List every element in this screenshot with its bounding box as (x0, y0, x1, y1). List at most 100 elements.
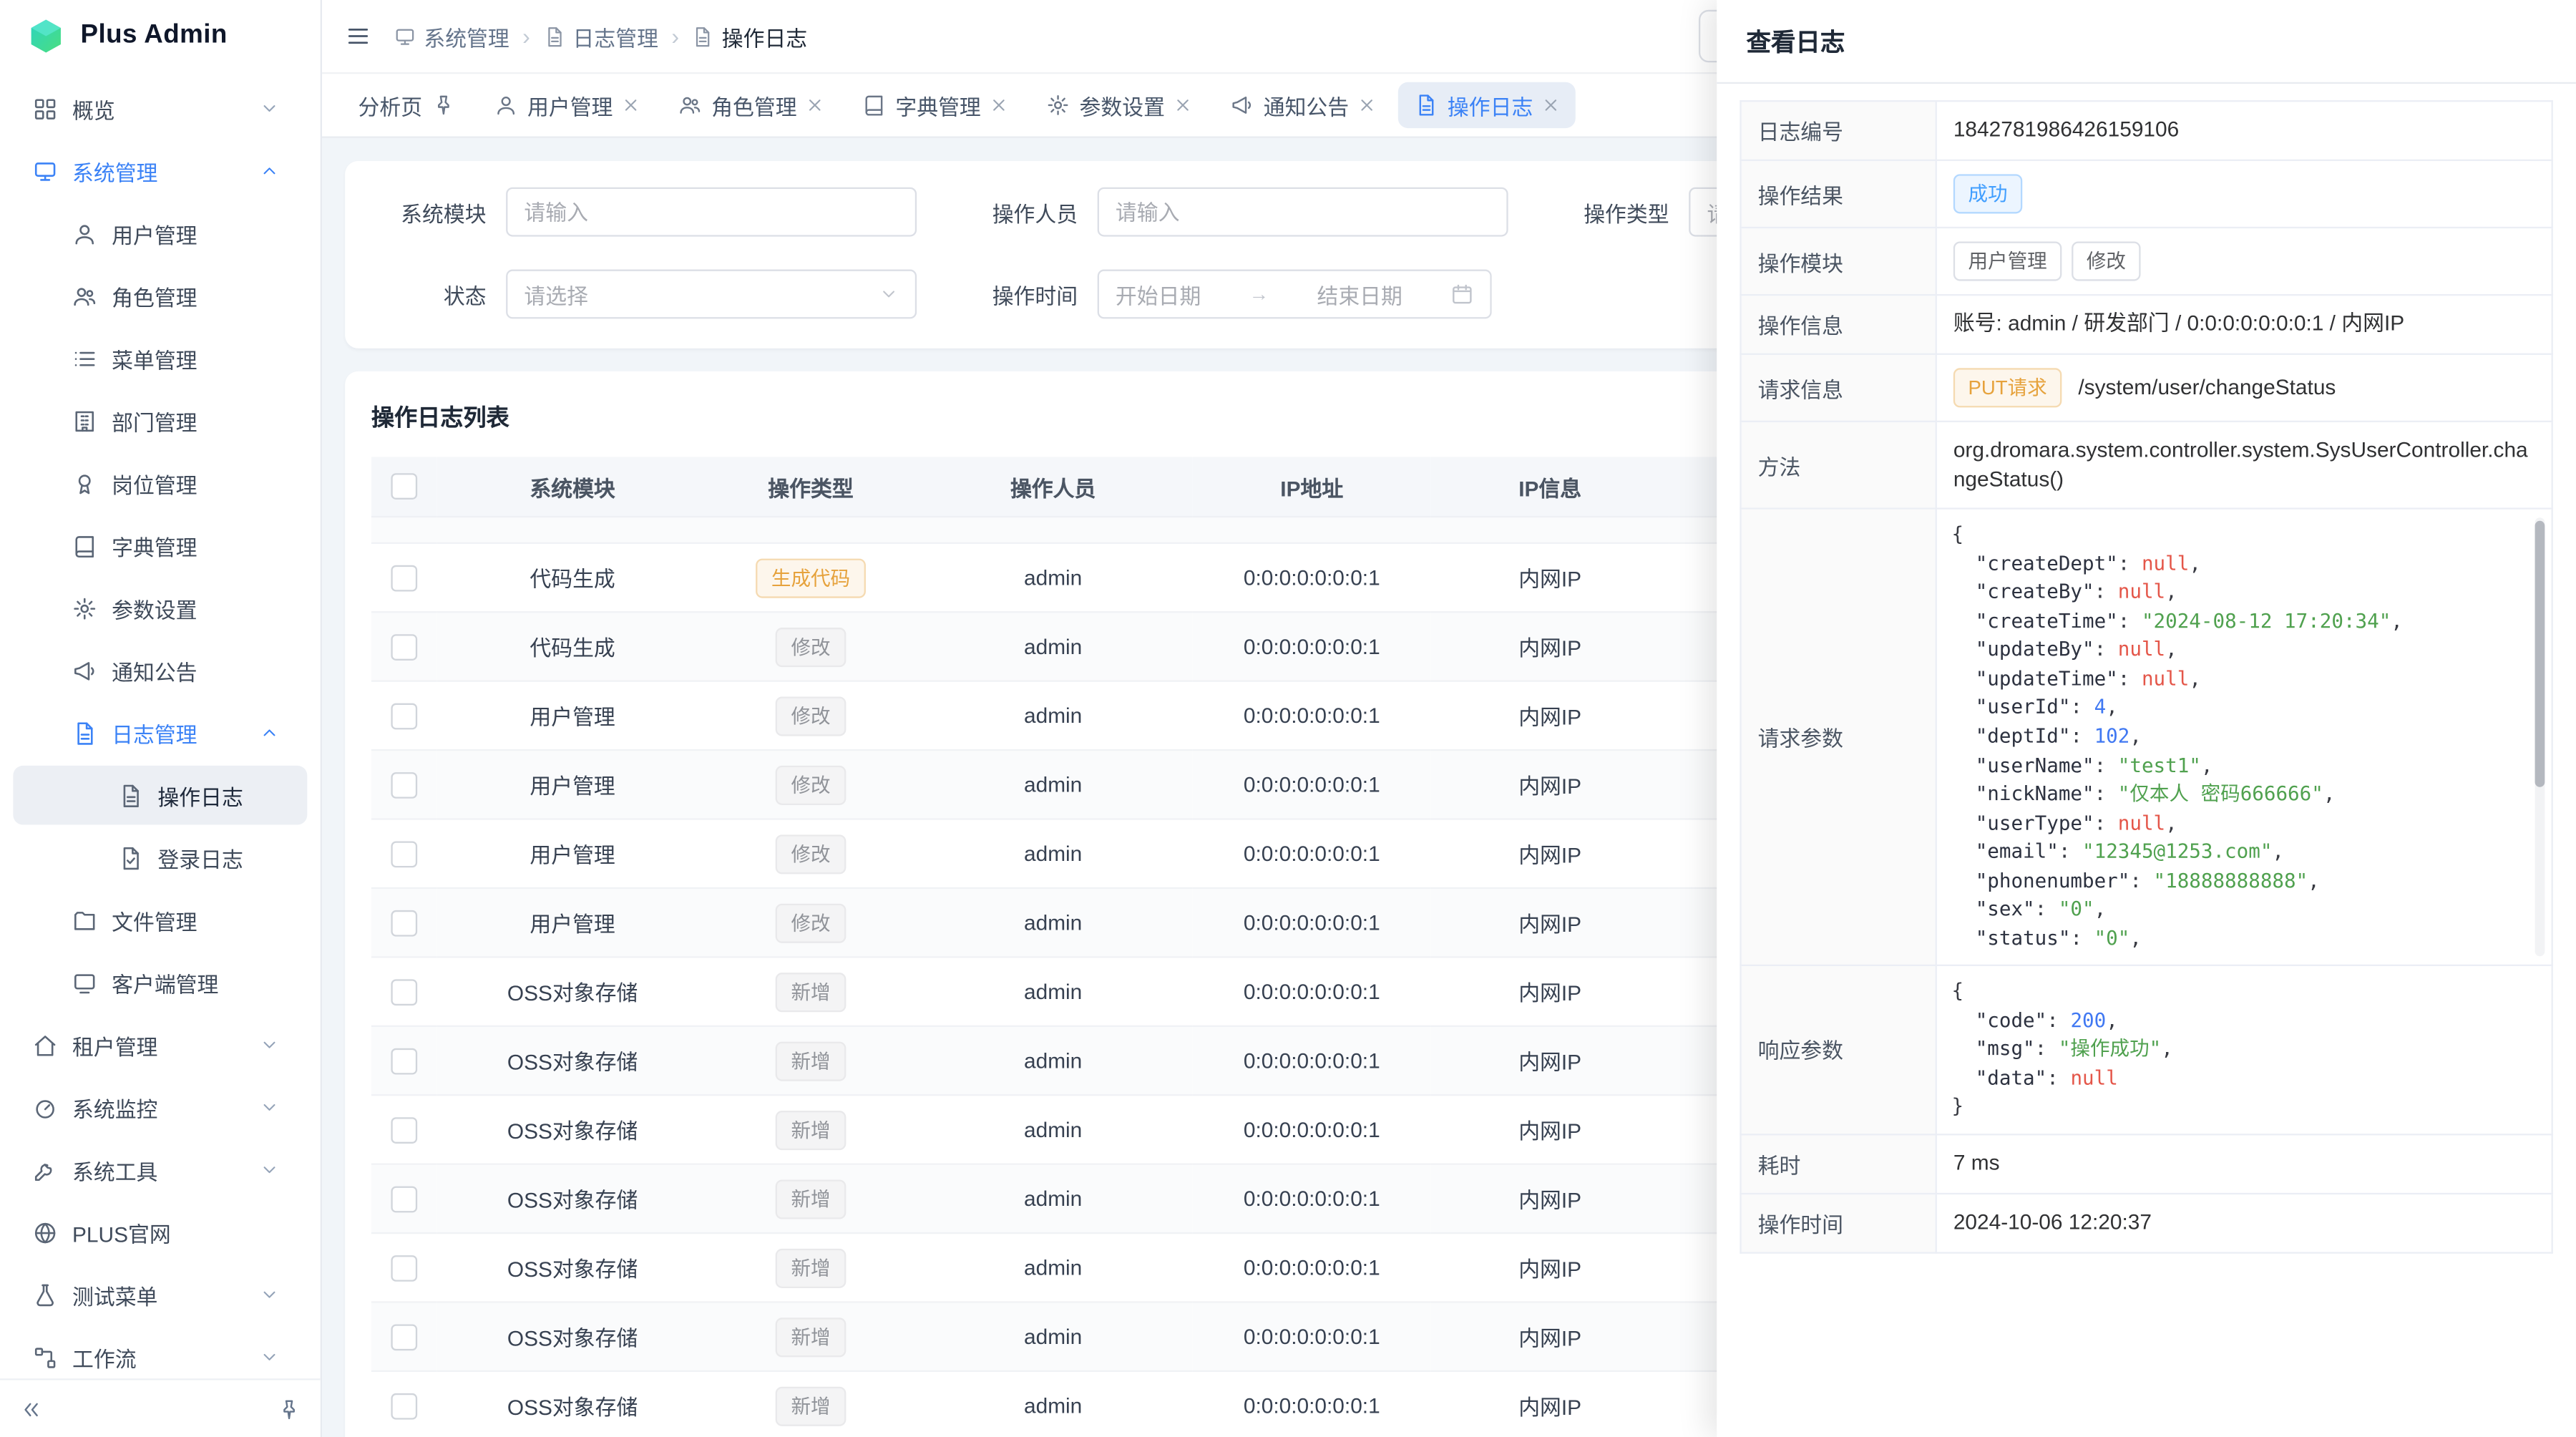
sidebar-item-plus-website[interactable]: PLUS官网 (13, 1203, 307, 1262)
scrollbar-thumb[interactable] (2535, 522, 2545, 788)
operation-type-badge: 新增 (776, 1110, 845, 1149)
flow-icon (33, 1345, 57, 1369)
sidebar-item-label: 测试菜单 (72, 1279, 157, 1310)
close-tab-icon[interactable] (1359, 97, 1375, 113)
drawer-header: 查看日志 (1717, 0, 2576, 84)
cell-operator: admin (914, 612, 1193, 681)
date-end-placeholder: 结束日期 (1317, 278, 1402, 310)
list-icon (72, 346, 97, 370)
sidebar-item-label: 角色管理 (112, 280, 197, 311)
close-icon[interactable] (2524, 29, 2547, 52)
cell-ip: 0:0:0:0:0:0:0:1 (1193, 750, 1431, 819)
row-checkbox[interactable] (391, 910, 417, 936)
close-tab-icon[interactable] (806, 97, 823, 113)
row-checkbox[interactable] (391, 565, 417, 591)
status-select[interactable]: 请选择 (506, 270, 917, 319)
sidebar-item-dept-management[interactable]: 部门管理 (13, 391, 307, 450)
sidebar-item-label: 租户管理 (72, 1029, 157, 1061)
tab-notice[interactable]: 通知公告 (1214, 82, 1392, 128)
tab-operation-log[interactable]: 操作日志 (1398, 82, 1576, 128)
app-logo[interactable]: Plus Admin (0, 0, 321, 72)
collapse-sidebar-icon[interactable] (20, 1398, 43, 1421)
row-checkbox[interactable] (391, 1117, 417, 1144)
system-module-input[interactable] (506, 187, 917, 237)
calendar-icon (1450, 283, 1473, 306)
tab-role-management[interactable]: 角色管理 (662, 82, 839, 128)
row-checkbox[interactable] (391, 1255, 417, 1282)
row-checkbox[interactable] (391, 772, 417, 799)
row-checkbox[interactable] (391, 1393, 417, 1419)
sidebar-item-post-management[interactable]: 岗位管理 (13, 454, 307, 513)
cell-ip-info: 内网IP (1431, 888, 1669, 957)
operation-type-badge: 修改 (776, 903, 845, 942)
hamburger-menu-icon[interactable] (345, 23, 371, 49)
tab-param-settings[interactable]: 参数设置 (1030, 82, 1208, 128)
scrollbar[interactable] (2535, 518, 2545, 956)
sidebar-item-label: 文件管理 (112, 905, 197, 936)
row-checkbox[interactable] (391, 634, 417, 661)
breadcrumb-item[interactable]: 日志管理 (543, 21, 658, 52)
row-checkbox[interactable] (391, 1324, 417, 1350)
cell-module: OSS对象存储 (437, 1164, 708, 1233)
folder-icon (72, 907, 97, 932)
filter-status: 状态 请选择 (371, 270, 917, 319)
duration-value: 7 ms (1936, 1134, 2552, 1194)
close-tab-icon[interactable] (1543, 97, 1559, 113)
sidebar-item-log-management[interactable]: 日志管理 (13, 703, 307, 763)
sidebar-item-client-management[interactable]: 客户端管理 (13, 953, 307, 1013)
select-all-checkbox[interactable] (391, 474, 417, 500)
doc-icon (1415, 94, 1438, 117)
sidebar-item-test-menu[interactable]: 测试菜单 (13, 1265, 307, 1325)
sidebar-item-user-management[interactable]: 用户管理 (13, 204, 307, 263)
megaphone-icon (72, 658, 97, 683)
sidebar-item-overview[interactable]: 概览 (13, 79, 307, 138)
close-tab-icon[interactable] (1175, 97, 1191, 113)
pin-sidebar-icon[interactable] (278, 1398, 301, 1421)
badge-icon (72, 471, 97, 495)
close-tab-icon[interactable] (623, 97, 639, 113)
cell-ip-info: 内网IP (1431, 1233, 1669, 1302)
sidebar-item-file-management[interactable]: 文件管理 (13, 890, 307, 950)
sidebar-item-workflow[interactable]: 工作流 (13, 1328, 307, 1382)
tab-dict-management[interactable]: 字典管理 (846, 82, 1023, 128)
operation-type-badge: 修改 (776, 627, 845, 666)
sidebar-item-role-management[interactable]: 角色管理 (13, 266, 307, 326)
globe-icon (33, 1220, 57, 1244)
breadcrumb-item[interactable]: 系统管理 (394, 21, 509, 52)
row-checkbox[interactable] (391, 979, 417, 1005)
sidebar-item-login-log[interactable]: 登录日志 (13, 828, 307, 887)
sidebar-item-menu-management[interactable]: 菜单管理 (13, 328, 307, 388)
sidebar-item-operation-log[interactable]: 操作日志 (13, 766, 307, 825)
sidebar-item-system-management[interactable]: 系统管理 (13, 141, 307, 200)
drawer-title: 查看日志 (1747, 24, 1845, 58)
cell-module: 用户管理 (437, 750, 708, 819)
cell-operator: admin (914, 957, 1193, 1026)
sidebar-item-label: 菜单管理 (112, 343, 197, 374)
breadcrumb-item[interactable]: 操作日志 (692, 21, 807, 52)
filter-label: 操作时间 (962, 278, 1078, 310)
cell-operator: admin (914, 1095, 1193, 1164)
login-log-icon (118, 845, 142, 869)
operator-input[interactable] (1098, 187, 1508, 237)
sidebar-item-label: 岗位管理 (112, 467, 197, 499)
close-tab-icon[interactable] (991, 97, 1008, 113)
book-icon (72, 533, 97, 557)
sidebar-item-param-settings[interactable]: 参数设置 (13, 578, 307, 638)
row-checkbox[interactable] (391, 1186, 417, 1212)
row-checkbox[interactable] (391, 1048, 417, 1074)
row-checkbox[interactable] (391, 841, 417, 867)
sidebar-menu: 概览系统管理用户管理角色管理菜单管理部门管理岗位管理字典管理参数设置通知公告日志… (0, 72, 321, 1382)
sidebar-item-notice[interactable]: 通知公告 (13, 640, 307, 700)
operation-time-range[interactable]: 开始日期 → 结束日期 (1098, 270, 1492, 319)
sidebar-item-dict-management[interactable]: 字典管理 (13, 516, 307, 575)
cell-module: OSS对象存储 (437, 1026, 708, 1095)
tab-user-management[interactable]: 用户管理 (478, 82, 655, 128)
row-checkbox[interactable] (391, 703, 417, 729)
sidebar-item-system-tools[interactable]: 系统工具 (13, 1140, 307, 1199)
operation-type-badge: 新增 (776, 1041, 845, 1080)
sidebar-item-tenant-management[interactable]: 租户管理 (13, 1015, 307, 1075)
tab-analysis[interactable]: 分析页 (342, 82, 472, 128)
sidebar-item-system-monitor[interactable]: 系统监控 (13, 1078, 307, 1137)
cell-ip-info: 内网IP (1431, 1026, 1669, 1095)
doc-icon (543, 26, 565, 47)
